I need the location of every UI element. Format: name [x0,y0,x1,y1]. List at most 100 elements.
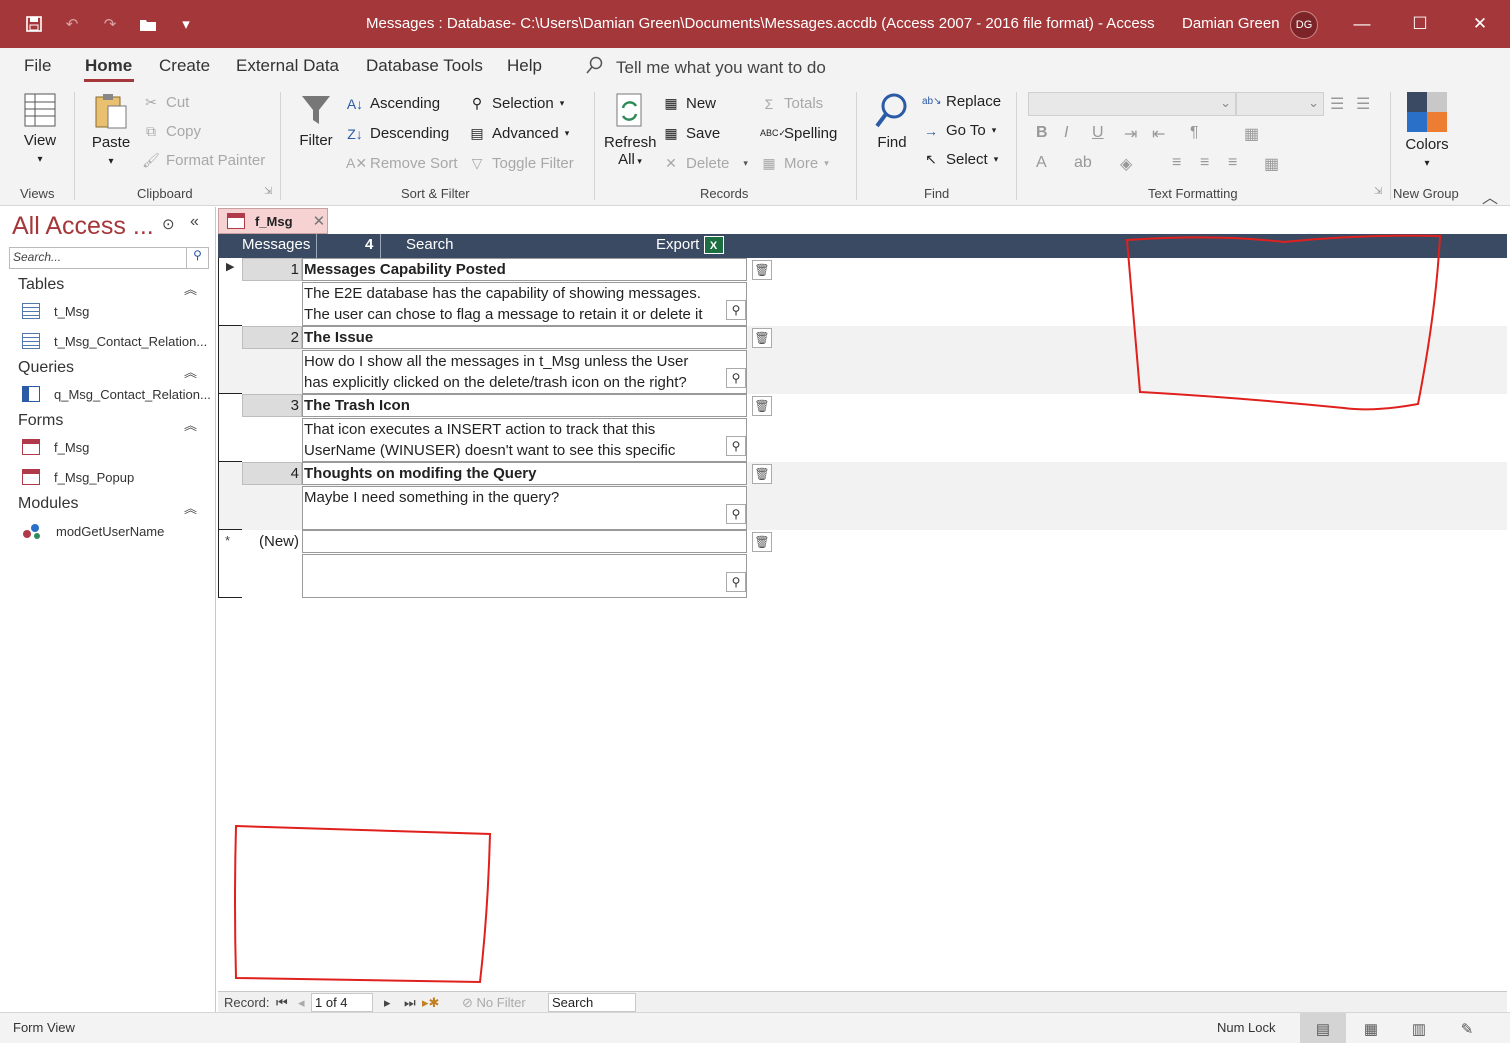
tab-home[interactable]: Home [85,56,132,76]
alternate-row-color-icon[interactable]: ▦ [1264,154,1279,174]
nav-pane-title[interactable]: All Access ... [12,212,154,241]
zoom-magnifier-icon[interactable]: ⚲ [726,368,746,388]
new-record-selector[interactable]: * [218,530,242,598]
no-filter-button[interactable]: ⊘ No Filter [462,995,526,1011]
datasheet-view-icon[interactable]: ▦ [1348,1013,1394,1043]
cut-button[interactable]: ✂ Cut [142,94,189,111]
design-view-icon[interactable]: ✎ [1444,1013,1490,1043]
nav-item-f-msg-popup[interactable]: f_Msg_Popup [22,469,134,485]
save-icon[interactable] [22,12,46,36]
font-color-icon[interactable]: A [1036,154,1047,172]
new-blank-record-icon[interactable]: ▸✱ [422,995,439,1011]
descending-button[interactable]: Z↓ Descending [346,125,449,142]
italic-icon[interactable]: I [1064,124,1068,142]
text-formatting-launcher-icon[interactable]: ⇲ [1374,186,1382,197]
collapse-forms-icon[interactable]: ︽ [184,415,197,434]
increase-indent-icon[interactable]: ⇥ [1124,124,1137,144]
record-search-input[interactable]: Search [548,993,636,1012]
paste-button[interactable]: Paste ▾ [90,92,132,168]
open-folder-icon[interactable] [136,12,160,36]
highlight-icon[interactable]: ab [1074,154,1092,172]
trash-icon[interactable]: 🗑 [752,532,772,552]
replace-button[interactable]: ab↘ Replace [922,93,1001,110]
nav-section-queries[interactable]: Queries [18,359,74,377]
refresh-all-button[interactable]: Refresh All ▾ [604,92,657,168]
decrease-indent-icon[interactable]: ⇤ [1152,124,1165,144]
redo-icon[interactable]: ↷ [98,12,122,36]
record-selector[interactable] [218,394,242,462]
filter-button[interactable]: Filter [296,92,336,149]
record-subject[interactable]: The Issue [302,326,747,349]
bold-icon[interactable]: B [1036,124,1048,142]
totals-button[interactable]: Σ Totals [760,95,824,112]
nav-menu-icon[interactable]: ⊙ [162,215,175,233]
zoom-magnifier-icon[interactable]: ⚲ [726,504,746,524]
shutter-bar-close-icon[interactable]: « [190,213,199,231]
fill-color-icon[interactable]: ◈ [1120,154,1132,174]
export-button[interactable]: Export X [656,236,724,255]
view-button[interactable]: View ▾ [20,92,60,166]
zoom-magnifier-icon[interactable]: ⚲ [726,436,746,456]
close-tab-icon[interactable]: ✕ [313,212,326,230]
nav-item-mod-get-user-name[interactable]: modGetUserName [22,522,164,540]
tab-database-tools[interactable]: Database Tools [366,56,483,76]
first-record-icon[interactable]: ⏮ [276,995,288,1011]
font-name-combo[interactable]: ⌄ [1028,92,1236,116]
next-record-icon[interactable]: ▸ [384,995,391,1011]
record-selector[interactable] [218,462,242,530]
undo-icon[interactable]: ↶ [60,12,84,36]
save-record-button[interactable]: ▦ Save [662,125,720,142]
collapse-ribbon-icon[interactable]: ︿ [1482,184,1498,208]
nav-search-input[interactable]: Search... ⚲ [9,247,209,269]
current-record-input[interactable]: 1 of 4 [311,993,373,1012]
remove-sort-button[interactable]: A✕ Remove Sort [346,155,458,172]
collapse-queries-icon[interactable]: ︽ [184,362,197,381]
nav-section-modules[interactable]: Modules [18,495,78,513]
copy-button[interactable]: ⧉ Copy [142,123,201,140]
align-center-icon[interactable]: ≡ [1200,154,1209,172]
record-selector[interactable]: ▶ [218,258,242,326]
trash-icon[interactable]: 🗑 [752,464,772,484]
numbering-icon[interactable]: ☰ [1356,94,1370,114]
customize-qat-icon[interactable]: ▾ [174,12,198,36]
record-body[interactable]: That icon executes a INSERT action to tr… [302,418,747,462]
record-subject[interactable]: Thoughts on modifing the Query [302,462,747,485]
goto-button[interactable]: → Go To ▾ [922,122,996,139]
record-body[interactable]: Maybe I need something in the query? [302,486,747,530]
trash-icon[interactable]: 🗑 [752,396,772,416]
ascending-button[interactable]: A↓ Ascending [346,95,440,112]
new-record-button[interactable]: ▦ New [662,95,716,112]
record-subject[interactable]: Messages Capability Posted [302,258,747,281]
clipboard-launcher-icon[interactable]: ⇲ [264,186,272,197]
record-subject[interactable]: The Trash Icon [302,394,747,417]
trash-icon[interactable]: 🗑 [752,260,772,280]
nav-section-tables[interactable]: Tables [18,276,64,294]
tab-help[interactable]: Help [507,56,542,76]
search-icon[interactable]: ⚲ [186,248,208,268]
minimize-icon[interactable]: — [1350,12,1374,36]
close-icon[interactable]: ✕ [1468,12,1492,36]
tab-file[interactable]: File [24,56,51,76]
record-selector[interactable] [218,326,242,394]
record-body[interactable]: The E2E database has the capability of s… [302,282,747,326]
selection-button[interactable]: ⚲ Selection ▾ [468,95,564,112]
nav-item-t-msg[interactable]: t_Msg [22,303,89,319]
last-record-icon[interactable]: ⏭ [404,995,416,1011]
nav-item-q-msg-contact-relation[interactable]: q_Msg_Contact_Relation... [22,386,211,402]
record-body[interactable]: How do I show all the messages in t_Msg … [302,350,747,394]
gridlines-icon[interactable]: ▦ [1244,124,1259,144]
trash-icon[interactable]: 🗑 [752,328,772,348]
select-button[interactable]: ↖ Select ▾ [922,151,998,168]
new-record-body[interactable] [302,554,747,598]
more-button[interactable]: ▦ More ▾ [760,155,828,172]
form-view-icon[interactable]: ▤ [1300,1013,1346,1043]
tab-create[interactable]: Create [159,56,210,76]
maximize-icon[interactable]: ☐ [1408,12,1432,36]
avatar[interactable]: DG [1290,11,1318,39]
colors-button[interactable]: Colors ▾ [1404,92,1450,170]
collapse-tables-icon[interactable]: ︽ [184,279,197,298]
nav-item-t-msg-contact-relation[interactable]: t_Msg_Contact_Relation... [22,333,207,349]
font-size-combo[interactable]: ⌄ [1236,92,1324,116]
underline-icon[interactable]: U [1092,124,1104,142]
toggle-filter-button[interactable]: ▽ Toggle Filter [468,155,574,172]
